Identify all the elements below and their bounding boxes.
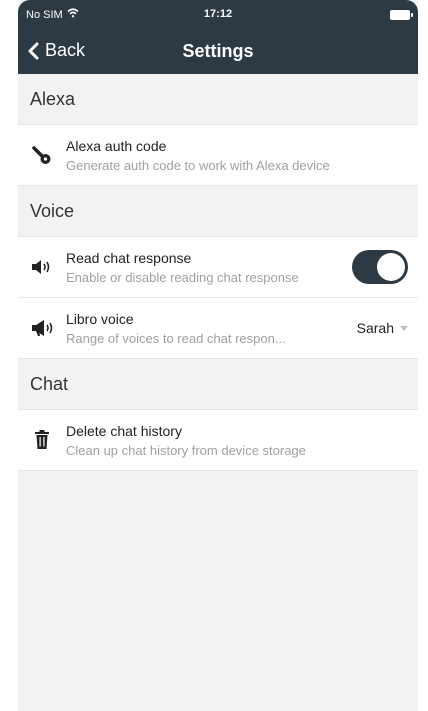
speaker-icon [18, 259, 66, 275]
libro-voice-title: Libro voice [66, 310, 134, 327]
delete-chat-history-title: Delete chat history [66, 422, 182, 439]
alexa-auth-code-row[interactable]: Alexa auth code Generate auth code to wo… [18, 124, 418, 186]
delete-chat-history-row[interactable]: Delete chat history Clean up chat histor… [18, 409, 418, 471]
voice-select[interactable]: Sarah [357, 320, 408, 336]
megaphone-icon [18, 319, 66, 337]
read-chat-response-row: Read chat response Enable or disable rea… [18, 236, 418, 297]
header: No SIM 17:12 Back Settings [18, 0, 418, 74]
delete-chat-history-subtitle: Clean up chat history from device storag… [66, 442, 306, 458]
section-header-chat: Chat [18, 359, 418, 409]
voice-section: Read chat response Enable or disable rea… [18, 236, 418, 359]
nav-bar: Back Settings [18, 34, 418, 68]
key-icon [18, 144, 66, 166]
caret-down-icon [400, 325, 408, 331]
trash-icon [18, 430, 66, 450]
section-header-voice: Voice [18, 186, 418, 236]
section-header-alexa: Alexa [18, 74, 418, 124]
alexa-auth-code-title: Alexa auth code [66, 137, 167, 154]
battery-icon [390, 10, 413, 20]
settings-screen: No SIM 17:12 Back Settings Alexa Alexa a… [18, 0, 418, 711]
page-title: Settings [182, 41, 254, 61]
libro-voice-subtitle: Range of voices to read chat respon... [66, 330, 286, 346]
alexa-section: Alexa auth code Generate auth code to wo… [18, 124, 418, 186]
read-chat-response-subtitle: Enable or disable reading chat response [66, 269, 299, 285]
alexa-auth-code-subtitle: Generate auth code to work with Alexa de… [66, 157, 330, 173]
clock: 17:12 [203, 8, 233, 20]
toggle-knob [377, 253, 405, 281]
settings-list: Alexa Alexa auth code Generate auth code… [18, 74, 418, 471]
status-bar: No SIM 17:12 [18, 0, 418, 24]
phone-frame: No SIM 17:12 Back Settings Alexa Alexa a… [0, 0, 428, 711]
voice-select-value: Sarah [356, 320, 394, 336]
read-chat-response-title: Read chat response [66, 249, 192, 266]
read-chat-toggle[interactable] [352, 250, 408, 284]
libro-voice-row[interactable]: Libro voice Range of voices to read chat… [18, 297, 418, 359]
chat-section: Delete chat history Clean up chat histor… [18, 409, 418, 471]
